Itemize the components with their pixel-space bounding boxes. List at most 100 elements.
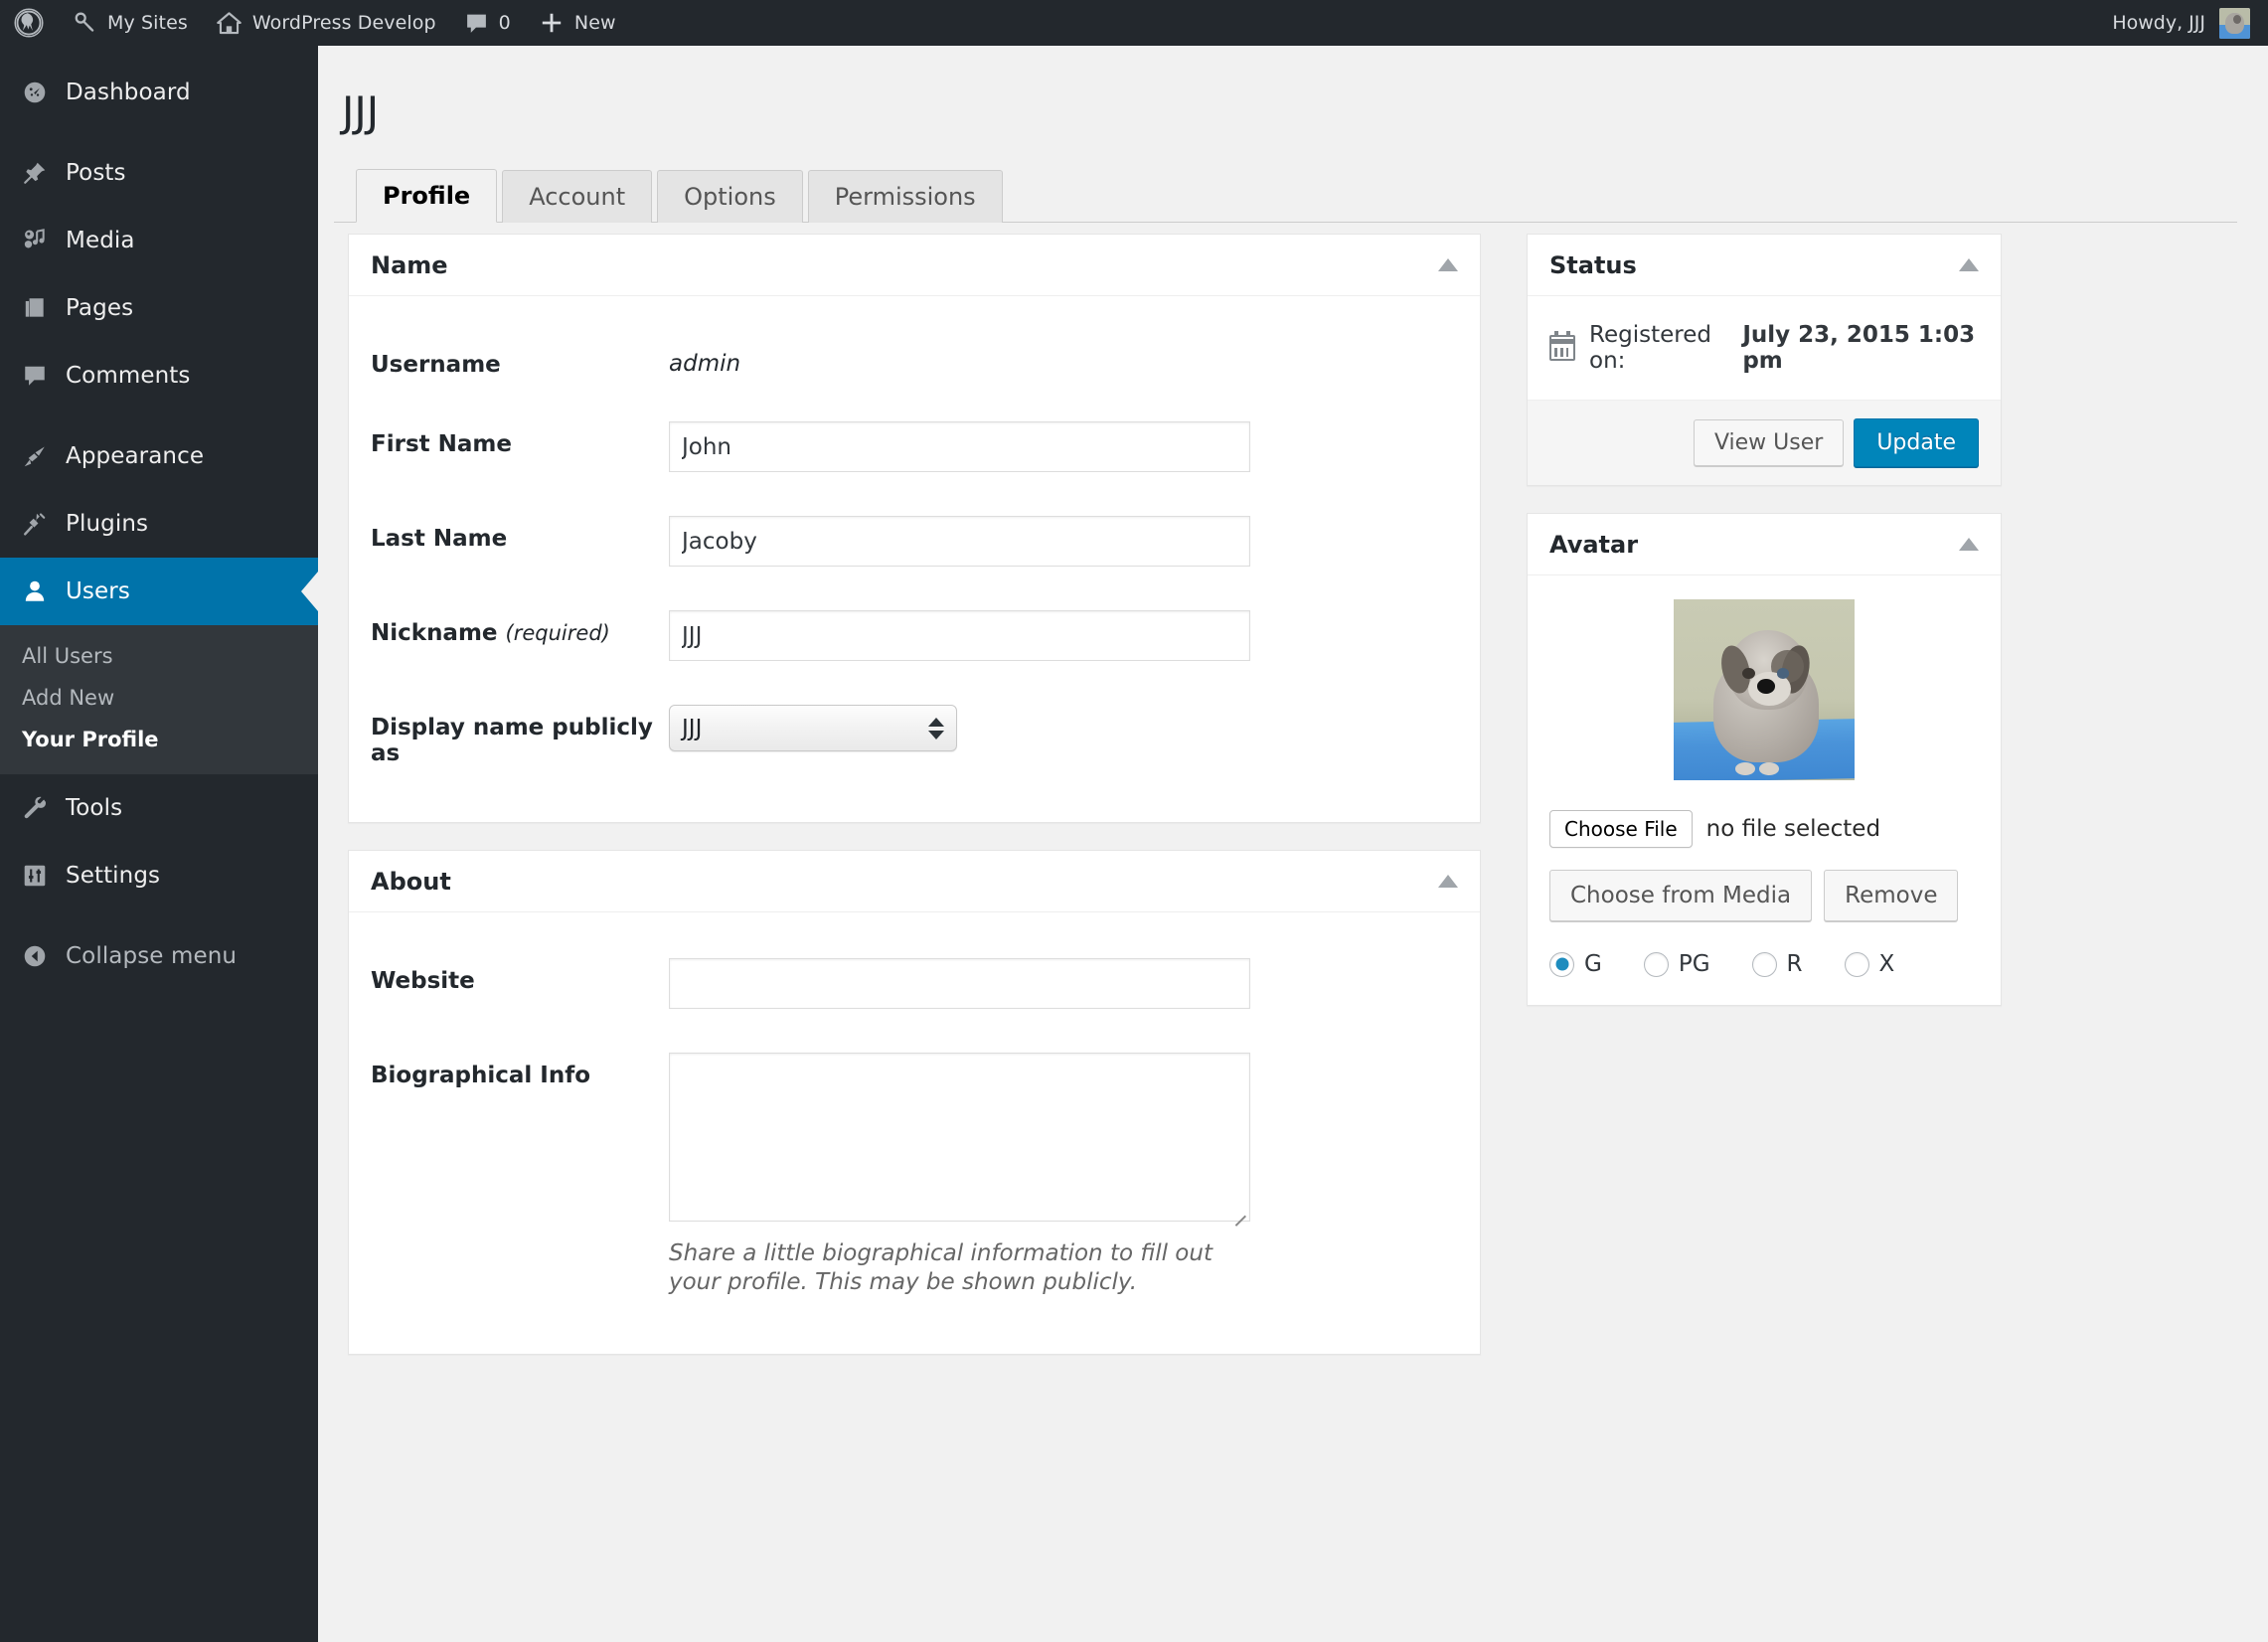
nickname-input[interactable]	[669, 610, 1250, 661]
status-panel-title: Status	[1549, 250, 1637, 279]
remove-avatar-button[interactable]: Remove	[1824, 870, 1959, 921]
sidebar-item-label: Posts	[66, 160, 126, 186]
website-field-wrap	[669, 958, 1480, 1009]
sidebar-item-label: Tools	[66, 795, 123, 821]
my-sites-menu[interactable]: My Sites	[58, 0, 202, 46]
tab-profile[interactable]: Profile	[356, 169, 498, 223]
sidebar-item-media[interactable]: Media	[0, 207, 318, 274]
radio-icon[interactable]	[1751, 951, 1777, 977]
sidebar-item-label: Pages	[66, 295, 134, 321]
site-name-label: WordPress Develop	[251, 12, 436, 34]
biographical-info-description: Share a little biographical information …	[669, 1240, 1213, 1296]
update-button[interactable]: Update	[1854, 418, 1979, 467]
wp-logo-button[interactable]	[0, 0, 58, 46]
select-stepper-icon	[928, 717, 944, 739]
rating-option-pg[interactable]: PG	[1643, 951, 1710, 977]
name-panel-title: Name	[371, 250, 448, 279]
new-label: New	[573, 12, 616, 34]
biographical-info-row: Biographical Info Share a little biograp…	[349, 1031, 1480, 1320]
sidebar-item-your-profile[interactable]: Your Profile	[0, 719, 318, 760]
profile-tab-bar: Profile Account Options Permissions	[334, 169, 2237, 223]
site-name-menu[interactable]: WordPress Develop	[202, 0, 450, 46]
sidebar-item-appearance[interactable]: Appearance	[0, 422, 318, 490]
chevron-up-icon[interactable]	[1438, 258, 1458, 271]
name-panel-header[interactable]: Name	[349, 235, 1480, 296]
rating-label: PG	[1678, 951, 1710, 977]
display-name-select[interactable]: JJJ	[669, 705, 957, 751]
sidebar-item-plugins[interactable]: Plugins	[0, 490, 318, 558]
sidebar-item-add-new-user[interactable]: Add New	[0, 677, 318, 719]
rating-option-g[interactable]: G	[1549, 951, 1602, 977]
status-panel-header[interactable]: Status	[1528, 235, 2001, 296]
display-name-label: Display name publicly as	[371, 715, 653, 766]
sidebar-item-label: Settings	[66, 863, 161, 889]
sidebar-item-all-users[interactable]: All Users	[0, 635, 318, 677]
avatar-panel-header[interactable]: Avatar	[1528, 514, 2001, 575]
chevron-up-icon[interactable]	[1959, 258, 1979, 271]
nickname-field-wrap	[669, 610, 1480, 661]
avatar-panel: Avatar Choose File no file selected Choo…	[1527, 513, 2002, 1006]
menu-spacer-3	[0, 909, 318, 922]
chevron-up-icon[interactable]	[1959, 538, 1979, 551]
wrench-icon	[22, 795, 66, 821]
registered-on-row: Registered on: July 23, 2015 1:03 pm	[1528, 296, 2001, 401]
radio-icon[interactable]	[1643, 951, 1669, 977]
name-panel: Name Username admin First Name John Last…	[348, 234, 1481, 823]
collapse-menu-button[interactable]: Collapse menu	[0, 922, 318, 990]
main-content-area: JJJ Profile Account Options Permissions …	[318, 46, 2268, 1642]
chevron-up-icon[interactable]	[1438, 875, 1458, 888]
website-label: Website	[371, 968, 475, 994]
admin-sidebar-menu: Dashboard Posts Media Pages Comments App…	[0, 46, 318, 1642]
website-row: Website	[349, 936, 1480, 1031]
choose-from-media-button[interactable]: Choose from Media	[1549, 870, 1813, 921]
last-name-input[interactable]	[669, 516, 1250, 567]
menu-spacer-top	[0, 46, 318, 59]
sidebar-item-label: Plugins	[66, 511, 149, 537]
howdy-label: Howdy, JJJ	[2112, 12, 2205, 34]
rating-option-x[interactable]: X	[1844, 951, 1895, 977]
about-panel-header[interactable]: About	[349, 851, 1480, 912]
first-name-input[interactable]	[669, 421, 1250, 472]
rating-label: X	[1878, 951, 1895, 977]
plus-icon	[539, 10, 565, 36]
rating-option-r[interactable]: R	[1751, 951, 1803, 977]
bio-textarea-wrapper	[669, 1053, 1250, 1222]
last-name-field-wrap	[669, 516, 1480, 567]
howdy-account-menu[interactable]: Howdy, JJJ	[2112, 7, 2268, 39]
registered-on-label: Registered on:	[1589, 322, 1711, 374]
nickname-label-text: Nickname	[371, 620, 498, 646]
sidebar-item-pages[interactable]: Pages	[0, 274, 318, 342]
tab-permissions[interactable]: Permissions	[807, 170, 1003, 223]
brush-icon	[22, 443, 66, 469]
radio-icon[interactable]	[1549, 951, 1574, 977]
nickname-row: Nickname (required)	[349, 588, 1480, 683]
website-input[interactable]	[669, 958, 1250, 1009]
about-panel-body: Website Biographical Info Share a little…	[349, 912, 1480, 1354]
choose-file-button[interactable]: Choose File	[1549, 810, 1693, 848]
sidebar-item-users[interactable]: Users	[0, 558, 318, 625]
sidebar-item-dashboard[interactable]: Dashboard	[0, 59, 318, 126]
sidebar-item-posts[interactable]: Posts	[0, 139, 318, 207]
biographical-info-textarea[interactable]	[669, 1053, 1250, 1222]
sidebar-item-settings[interactable]: Settings	[0, 842, 318, 909]
tab-account[interactable]: Account	[502, 170, 653, 223]
collapse-menu-label: Collapse menu	[66, 943, 238, 969]
home-icon	[216, 10, 243, 37]
tab-options[interactable]: Options	[657, 170, 803, 223]
media-buttons-row: Choose from Media Remove	[1549, 870, 1979, 921]
first-name-label: First Name	[371, 431, 512, 457]
sidebar-item-tools[interactable]: Tools	[0, 774, 318, 842]
registered-on-date: July 23, 2015 1:03 pm	[1742, 322, 1976, 374]
comments-menu[interactable]: 0	[450, 0, 525, 46]
sidebar-item-comments[interactable]: Comments	[0, 342, 318, 410]
view-user-button[interactable]: View User	[1693, 419, 1845, 466]
calendar-icon	[1549, 331, 1575, 361]
dashboard-icon	[22, 80, 66, 105]
media-icon	[22, 228, 66, 253]
radio-icon[interactable]	[1844, 951, 1869, 977]
username-value: admin	[669, 351, 741, 377]
rating-label: R	[1786, 951, 1803, 977]
username-row: Username admin	[349, 320, 1480, 400]
new-content-menu[interactable]: New	[525, 0, 630, 46]
admin-bar: My Sites WordPress Develop 0 New Howdy, …	[0, 0, 2268, 46]
